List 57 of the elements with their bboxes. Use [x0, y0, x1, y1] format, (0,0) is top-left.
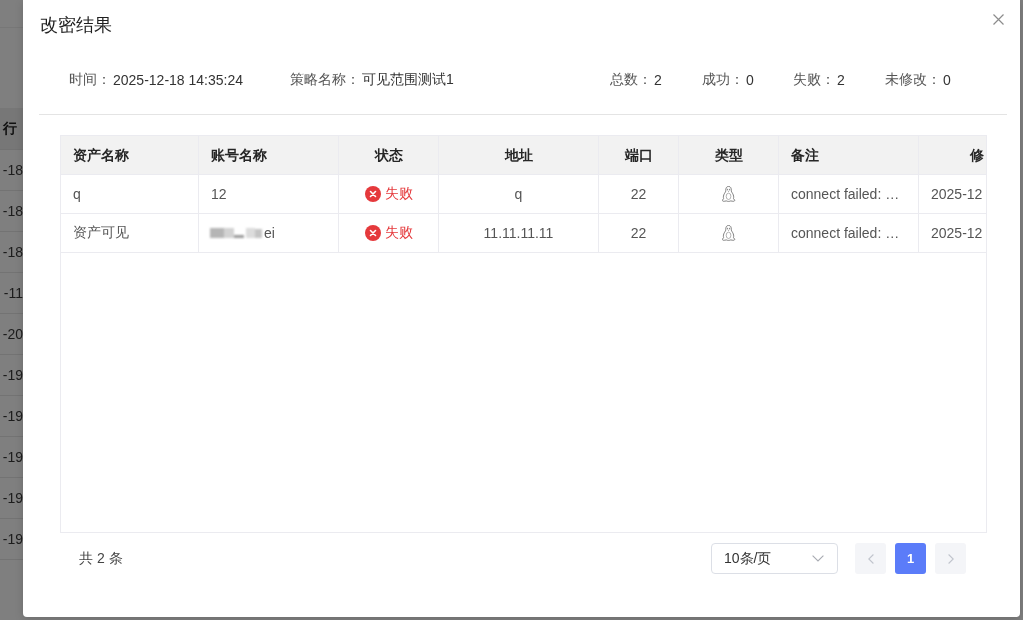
page-number-button[interactable]: 1	[895, 543, 926, 574]
table-cell: -20	[2, 326, 23, 342]
column-header: 类型	[679, 136, 779, 175]
info-label: 策略名称：	[290, 71, 360, 89]
chevron-down-icon	[812, 555, 824, 562]
count-label: 总数：	[610, 71, 652, 89]
column-header: 修	[919, 136, 986, 175]
table-cell: 2025-12	[919, 175, 986, 214]
table-cell: -19	[2, 490, 23, 506]
table-cell: q	[439, 175, 599, 214]
penguin-icon	[721, 186, 736, 202]
info-label: 时间：	[69, 71, 111, 89]
info-value: 2025-12-18 14:35:24	[113, 72, 243, 88]
column-header: 资产名称	[61, 136, 199, 175]
table-cell: q	[61, 175, 199, 214]
count-value: 0	[943, 72, 951, 88]
error-icon	[364, 225, 381, 241]
count-value: 2	[837, 72, 845, 88]
column-header: 备注	[779, 136, 919, 175]
column-header: 状态	[339, 136, 439, 175]
table-cell: -19	[2, 367, 23, 383]
status-text: 失败	[384, 185, 413, 203]
table-cell: -19	[2, 449, 23, 465]
page-size-select[interactable]: 10条/页	[711, 543, 838, 574]
count-label: 未修改：	[885, 71, 941, 89]
column-header: 端口	[599, 136, 679, 175]
table-cell: -11	[3, 285, 23, 301]
column-header: 行	[3, 119, 18, 138]
table-cell: 22	[599, 175, 679, 214]
dialog-title: 改密结果	[40, 14, 112, 37]
chevron-left-icon	[867, 553, 874, 564]
status-text: 失败	[384, 224, 413, 242]
count-value: 2	[654, 72, 662, 88]
account-text: ei	[264, 225, 275, 241]
table-cell: connect failed: …	[779, 214, 919, 253]
table-cell: -18	[2, 162, 23, 178]
column-header: 账号名称	[199, 136, 339, 175]
count-label: 失败：	[793, 71, 835, 89]
column-header: 地址	[439, 136, 599, 175]
close-icon[interactable]	[993, 14, 1004, 25]
total-count: 共 2 条	[79, 549, 123, 568]
table-cell: 22	[599, 214, 679, 253]
table-cell: -19	[2, 408, 23, 424]
table-cell: 2025-12	[919, 214, 986, 253]
count-label: 成功：	[702, 71, 744, 89]
penguin-icon	[721, 225, 736, 241]
info-value: 可见范围测试1	[362, 71, 454, 89]
account-text: 12	[211, 186, 227, 202]
table-cell: 资产可见	[61, 214, 199, 253]
error-icon	[364, 186, 381, 202]
chevron-right-icon	[947, 553, 954, 564]
table-cell: -18	[2, 203, 23, 219]
count-value: 0	[746, 72, 754, 88]
table-cell: -18	[2, 244, 23, 260]
table-cell: -19	[2, 531, 23, 547]
table-cell: 11.11.11.11	[439, 214, 599, 253]
table-cell: connect failed: …	[779, 175, 919, 214]
